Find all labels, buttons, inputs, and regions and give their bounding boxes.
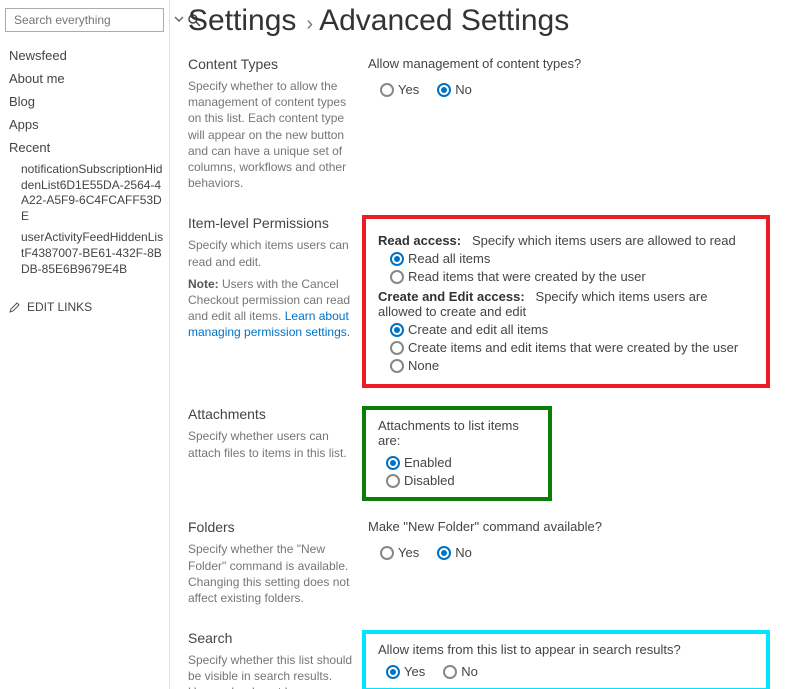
sidebar: Newsfeed About me Blog Apps Recent notif… bbox=[0, 0, 170, 689]
section-note: Note: Users with the Cancel Checkout per… bbox=[188, 276, 354, 341]
create-edit-heading: Create and Edit access: Specify which it… bbox=[378, 289, 754, 319]
option-label: No bbox=[455, 545, 472, 560]
folders-question: Make "New Folder" command available? bbox=[368, 519, 790, 534]
section-title: Search bbox=[188, 630, 354, 646]
radio-icon bbox=[390, 270, 404, 284]
chevron-right-icon: › bbox=[306, 13, 313, 36]
option-label: No bbox=[461, 664, 478, 679]
search-input[interactable] bbox=[12, 12, 171, 28]
radio-icon bbox=[437, 546, 451, 560]
sidebar-item-blog[interactable]: Blog bbox=[5, 90, 164, 113]
radio-icon bbox=[437, 83, 451, 97]
create-edit-none[interactable]: None bbox=[390, 357, 754, 374]
section-desc: Specify whether to allow the management … bbox=[188, 78, 354, 191]
radio-icon bbox=[386, 665, 400, 679]
section-content-types: Content Types Specify whether to allow t… bbox=[188, 56, 790, 197]
section-desc: Specify whether this list should be visi… bbox=[188, 652, 354, 689]
option-label: Read all items bbox=[408, 251, 490, 266]
search-yes[interactable]: Yes bbox=[386, 663, 425, 680]
option-label: Yes bbox=[398, 82, 419, 97]
radio-icon bbox=[390, 341, 404, 355]
folders-yes[interactable]: Yes bbox=[380, 544, 419, 561]
create-edit-own[interactable]: Create items and edit items that were cr… bbox=[390, 339, 754, 356]
search-no[interactable]: No bbox=[443, 663, 478, 680]
radio-icon bbox=[386, 474, 400, 488]
sidebar-item-aboutme[interactable]: About me bbox=[5, 67, 164, 90]
section-title: Content Types bbox=[188, 56, 354, 72]
folders-no[interactable]: No bbox=[437, 544, 472, 561]
content-types-question: Allow management of content types? bbox=[368, 56, 790, 71]
radio-icon bbox=[390, 323, 404, 337]
section-search: Search Specify whether this list should … bbox=[188, 630, 790, 689]
radio-icon bbox=[380, 546, 394, 560]
attachments-question: Attachments to list items are: bbox=[378, 418, 536, 448]
item-permissions-highlight: Read access: Specify which items users a… bbox=[362, 215, 770, 388]
edit-links-label: EDIT LINKS bbox=[27, 300, 92, 314]
section-title: Attachments bbox=[188, 406, 354, 422]
option-label: None bbox=[408, 358, 439, 373]
create-edit-all[interactable]: Create and edit all items bbox=[390, 321, 754, 338]
radio-icon bbox=[443, 665, 457, 679]
section-attachments: Attachments Specify whether users can at… bbox=[188, 406, 790, 501]
option-label: Create items and edit items that were cr… bbox=[408, 340, 738, 355]
section-desc: Specify which items users can read and e… bbox=[188, 237, 354, 269]
option-label: Enabled bbox=[404, 455, 452, 470]
edit-links-button[interactable]: EDIT LINKS bbox=[5, 296, 164, 318]
content-types-no[interactable]: No bbox=[437, 81, 472, 98]
sidebar-item-newsfeed[interactable]: Newsfeed bbox=[5, 44, 164, 67]
page-title: Advanced Settings bbox=[319, 4, 569, 38]
recent-item[interactable]: userActivityFeedHiddenListF4387007-BE61-… bbox=[21, 227, 164, 280]
search-question: Allow items from this list to appear in … bbox=[378, 642, 754, 657]
breadcrumb: Settings › Advanced Settings bbox=[188, 4, 790, 38]
attachments-enabled[interactable]: Enabled bbox=[386, 454, 536, 471]
option-label: Yes bbox=[398, 545, 419, 560]
option-label: Read items that were created by the user bbox=[408, 269, 646, 284]
recent-item[interactable]: notificationSubscriptionHiddenList6D1E55… bbox=[21, 159, 164, 227]
radio-icon bbox=[390, 359, 404, 373]
recent-list: notificationSubscriptionHiddenList6D1E55… bbox=[5, 159, 164, 280]
option-label: Create and edit all items bbox=[408, 322, 548, 337]
read-all-items[interactable]: Read all items bbox=[390, 250, 754, 267]
attachments-highlight: Attachments to list items are: Enabled D… bbox=[362, 406, 552, 501]
sidebar-item-recent[interactable]: Recent bbox=[5, 136, 164, 159]
radio-icon bbox=[386, 456, 400, 470]
pencil-icon bbox=[9, 301, 21, 313]
section-title: Folders bbox=[188, 519, 354, 535]
sidebar-item-apps[interactable]: Apps bbox=[5, 113, 164, 136]
content-types-yes[interactable]: Yes bbox=[380, 81, 419, 98]
section-title: Item-level Permissions bbox=[188, 215, 354, 231]
option-label: Disabled bbox=[404, 473, 455, 488]
section-folders: Folders Specify whether the "New Folder"… bbox=[188, 519, 790, 612]
option-label: No bbox=[455, 82, 472, 97]
main-content: Settings › Advanced Settings Content Typ… bbox=[170, 0, 800, 689]
radio-icon bbox=[380, 83, 394, 97]
breadcrumb-settings[interactable]: Settings bbox=[188, 4, 296, 38]
section-item-permissions: Item-level Permissions Specify which ite… bbox=[188, 215, 790, 388]
search-highlight: Allow items from this list to appear in … bbox=[362, 630, 770, 689]
option-label: Yes bbox=[404, 664, 425, 679]
section-desc: Specify whether users can attach files t… bbox=[188, 428, 354, 460]
search-box[interactable] bbox=[5, 8, 164, 32]
read-own-items[interactable]: Read items that were created by the user bbox=[390, 268, 754, 285]
radio-icon bbox=[390, 252, 404, 266]
section-desc: Specify whether the "New Folder" command… bbox=[188, 541, 354, 606]
read-access-heading: Read access: Specify which items users a… bbox=[378, 233, 754, 248]
attachments-disabled[interactable]: Disabled bbox=[386, 472, 536, 489]
